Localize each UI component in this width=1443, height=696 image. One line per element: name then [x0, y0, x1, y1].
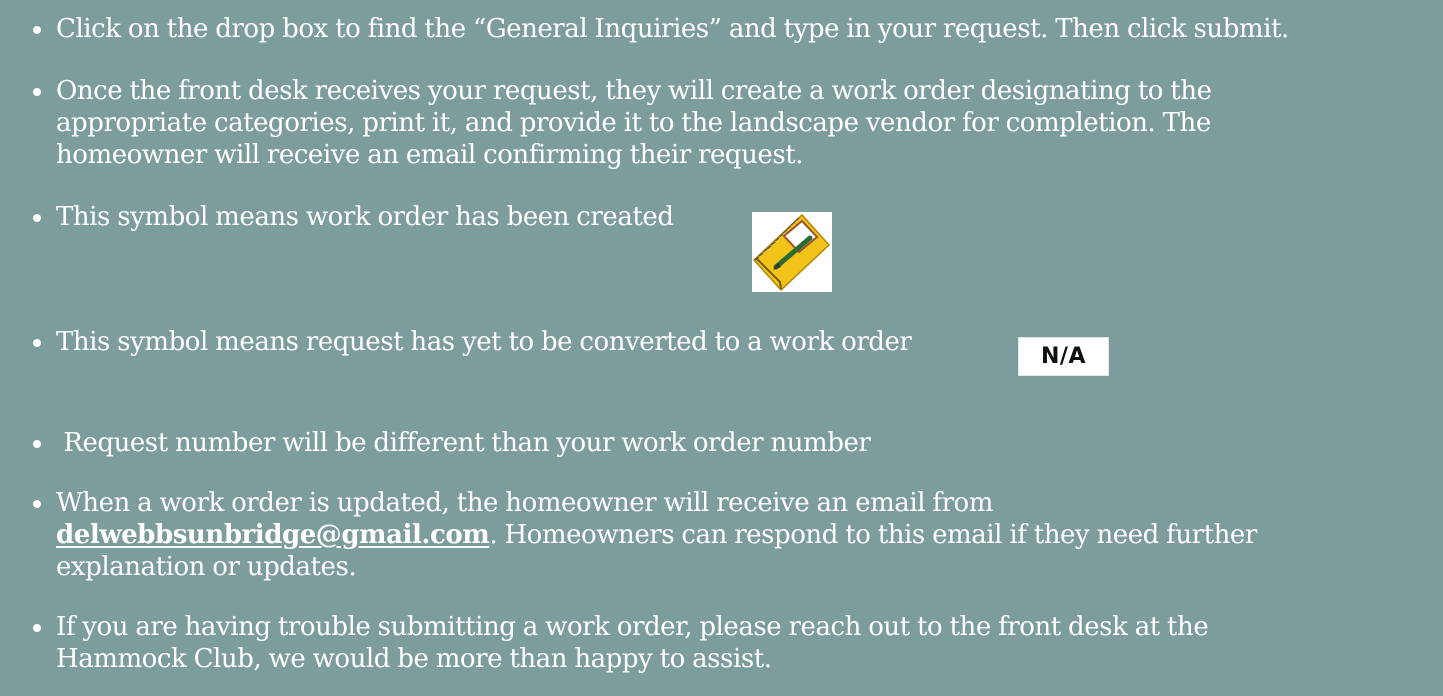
- bullet-line: If you are having trouble submitting a w…: [56, 612, 1209, 642]
- bullet-text: This symbol means request has yet to be …: [56, 326, 1441, 358]
- bullet-dot: [33, 500, 41, 508]
- bullet-line-continuation: . Homeowners can respond to this email i…: [489, 520, 1257, 550]
- bullet-dot: [33, 26, 41, 34]
- bullet-line: delwebbsunbridge@gmail.com. Homeowners c…: [56, 519, 1441, 551]
- bullet-line: Click on the drop box to find the “Gener…: [56, 14, 1289, 44]
- bullet-line: This symbol means work order has been cr…: [56, 202, 674, 232]
- na-badge-label: N/A: [1041, 344, 1086, 369]
- bullet-dot: [33, 339, 41, 347]
- instruction-slide: Click on the drop box to find the “Gener…: [0, 0, 1443, 696]
- bullet-dot: [33, 440, 41, 448]
- bullet-line: explanation or updates.: [56, 552, 357, 582]
- bullet-line: Once the front desk receives your reques…: [56, 76, 1212, 106]
- bullet-line: This symbol means request has yet to be …: [56, 327, 912, 357]
- bullet-line: Hammock Club, we would be more than happ…: [56, 644, 772, 674]
- bullet-text: This symbol means work order has been cr…: [56, 201, 1441, 233]
- bullet-dot: [33, 624, 41, 632]
- bullet-text: When a work order is updated, the homeow…: [56, 487, 1441, 583]
- bullet-line: Request number will be different than yo…: [56, 428, 871, 458]
- na-badge-icon: N/A: [1018, 337, 1109, 376]
- bullet-line: appropriate categories, print it, and pr…: [56, 108, 1211, 138]
- bullet-line: When a work order is updated, the homeow…: [56, 488, 993, 518]
- bullet-text: Click on the drop box to find the “Gener…: [56, 13, 1441, 45]
- bullet-dot: [33, 214, 41, 222]
- bullet-text: Request number will be different than yo…: [56, 427, 1441, 459]
- bullet-dot: [33, 88, 41, 96]
- notebook-pencil-icon: [752, 212, 832, 292]
- bullet-text: If you are having trouble submitting a w…: [56, 611, 1441, 675]
- bullet-line: homeowner will receive an email confirmi…: [56, 140, 804, 170]
- email-link[interactable]: delwebbsunbridge@gmail.com: [56, 520, 490, 550]
- bullet-text: Once the front desk receives your reques…: [56, 75, 1441, 171]
